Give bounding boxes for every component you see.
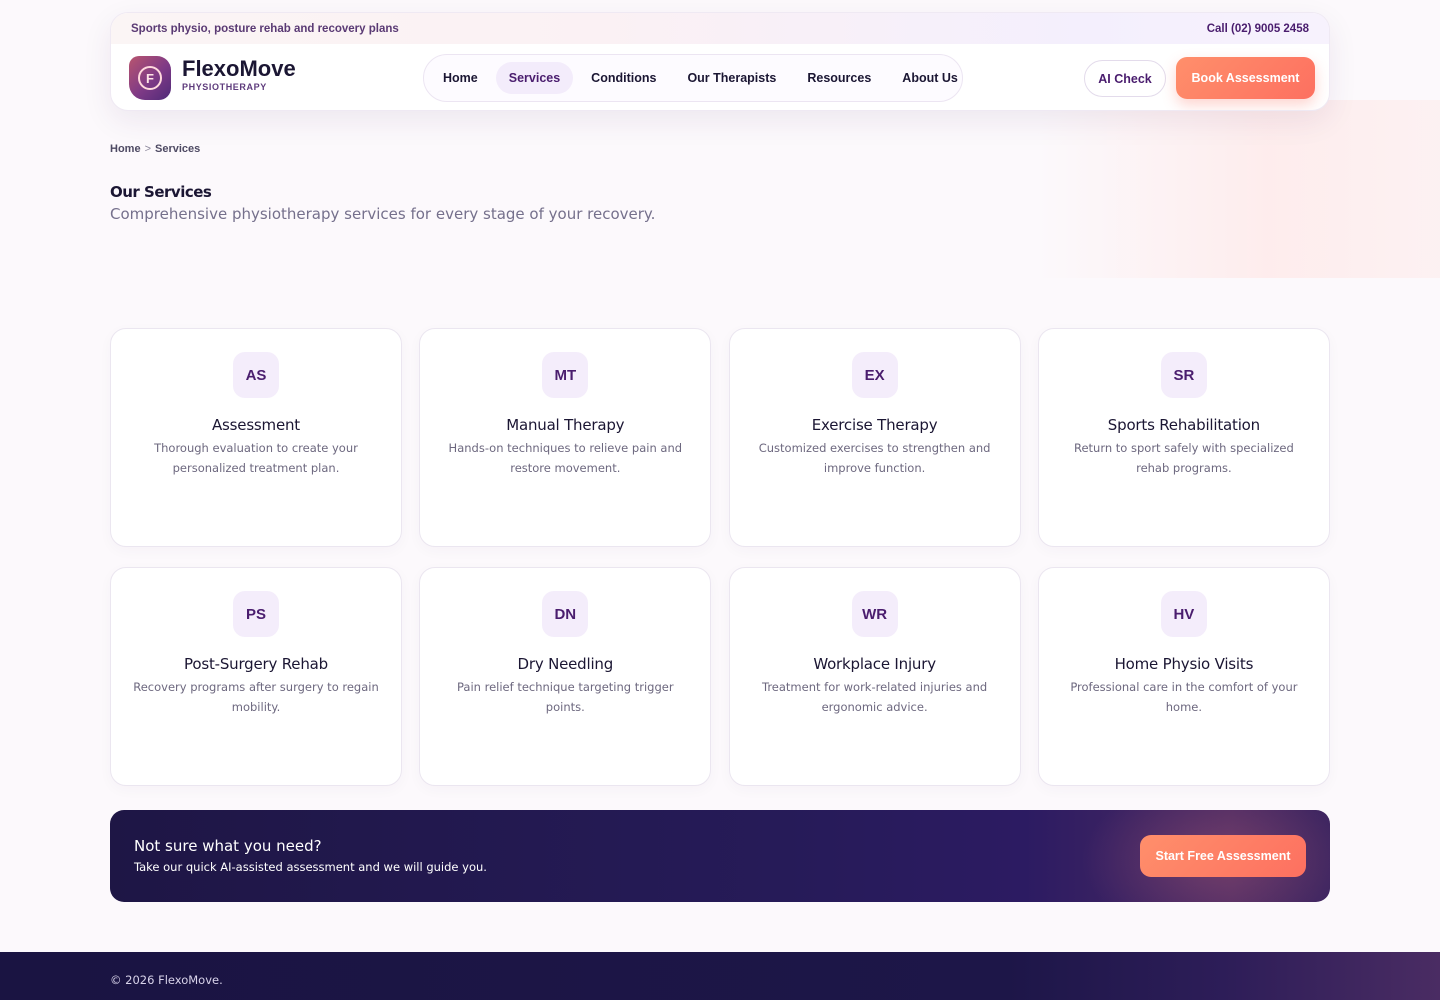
breadcrumb: Home > Services: [110, 143, 200, 155]
nav-item-conditions[interactable]: Conditions: [578, 62, 669, 94]
footer-copyright: © 2026 FlexoMove.: [110, 973, 223, 987]
service-badge: WR: [851, 591, 898, 637]
nav-row: F FlexoMove PHYSIOTHERAPY Home Services …: [111, 44, 1329, 110]
service-title: Workplace Injury: [813, 655, 936, 673]
nav-item-about-us[interactable]: About Us: [889, 62, 971, 94]
service-card-post-surgery-rehab[interactable]: PS Post-Surgery Rehab Recovery programs …: [110, 567, 402, 786]
top-bar: Sports physio, posture rehab and recover…: [111, 13, 1329, 44]
service-badge: MT: [542, 352, 589, 398]
brand[interactable]: FlexoMove PHYSIOTHERAPY: [182, 56, 296, 93]
service-badge: PS: [233, 591, 279, 637]
tagline: Sports physio, posture rehab and recover…: [131, 22, 399, 35]
service-badge: AS: [233, 352, 279, 398]
start-free-assessment-button[interactable]: Start Free Assessment: [1140, 835, 1306, 877]
assessment-cta-banner: Not sure what you need? Take our quick A…: [110, 810, 1330, 902]
page-title: Our Services: [110, 183, 212, 201]
site-footer: © 2026 FlexoMove.: [0, 952, 1440, 1000]
service-title: Dry Needling: [517, 655, 614, 673]
nav-item-services[interactable]: Services: [495, 62, 574, 94]
service-title: Home Physio Visits: [1114, 655, 1254, 673]
phone-link[interactable]: Call (02) 9005 2458: [1207, 23, 1309, 35]
service-card-dry-needling[interactable]: DN Dry Needling Pain relief technique ta…: [419, 567, 712, 786]
service-badge: HV: [1160, 591, 1207, 637]
service-description: Pain relief technique targeting trigger …: [457, 680, 674, 714]
breadcrumb-current: Services: [155, 143, 201, 155]
logo-letter: F: [138, 66, 162, 90]
cta-heading: Not sure what you need?: [134, 837, 322, 855]
service-card-exercise-therapy[interactable]: EX Exercise Therapy Customized exercises…: [728, 328, 1021, 547]
brand-subtitle: PHYSIOTHERAPY: [182, 82, 267, 92]
logo-icon[interactable]: F: [129, 56, 171, 100]
service-description: Hands-on techniques to relieve pain and …: [448, 441, 683, 475]
breadcrumb-home-link[interactable]: Home: [110, 143, 141, 155]
service-card-sports-rehabilitation[interactable]: SR Sports Rehabilitation Return to sport…: [1037, 328, 1330, 547]
site-header: Sports physio, posture rehab and recover…: [110, 12, 1330, 111]
breadcrumb-separator: >: [144, 143, 151, 155]
book-assessment-button[interactable]: Book Assessment: [1176, 57, 1315, 99]
service-description: Return to sport safely with specialized …: [1073, 441, 1294, 475]
service-card-home-physio-visits[interactable]: HV Home Physio Visits Professional care …: [1037, 567, 1330, 786]
service-card-workplace-injury[interactable]: WR Workplace Injury Treatment for work-r…: [728, 567, 1021, 786]
service-description: Thorough evaluation to create your perso…: [154, 441, 358, 475]
service-description: Customized exercises to strengthen and i…: [758, 441, 991, 475]
service-description: Professional care in the comfort of your…: [1070, 680, 1298, 714]
cta-text: Take our quick AI-assisted assessment an…: [134, 860, 487, 874]
service-badge: SR: [1160, 352, 1207, 398]
service-title: Manual Therapy: [506, 416, 625, 434]
nav-item-resources[interactable]: Resources: [794, 62, 884, 94]
main-nav: Home Services Conditions Our Therapists …: [423, 54, 963, 102]
nav-item-our-therapists[interactable]: Our Therapists: [674, 62, 789, 94]
services-grid: AS Assessment Thorough evaluation to cre…: [110, 328, 1330, 786]
service-description: Recovery programs after surgery to regai…: [133, 680, 379, 714]
nav-item-home[interactable]: Home: [430, 62, 491, 94]
ai-check-button[interactable]: AI Check: [1084, 60, 1166, 97]
service-badge: DN: [542, 591, 589, 637]
service-card-manual-therapy[interactable]: MT Manual Therapy Hands-on techniques to…: [419, 328, 712, 547]
service-card-assessment[interactable]: AS Assessment Thorough evaluation to cre…: [110, 328, 402, 547]
service-badge: EX: [851, 352, 898, 398]
service-title: Exercise Therapy: [811, 416, 938, 434]
service-description: Treatment for work-related injuries and …: [761, 680, 988, 714]
page-subtitle: Comprehensive physiotherapy services for…: [110, 205, 656, 223]
service-title: Assessment: [212, 416, 300, 434]
hero-background: [0, 100, 1440, 278]
service-title: Sports Rehabilitation: [1107, 416, 1260, 434]
brand-name: FlexoMove: [182, 56, 296, 81]
service-title: Post-Surgery Rehab: [184, 655, 328, 673]
